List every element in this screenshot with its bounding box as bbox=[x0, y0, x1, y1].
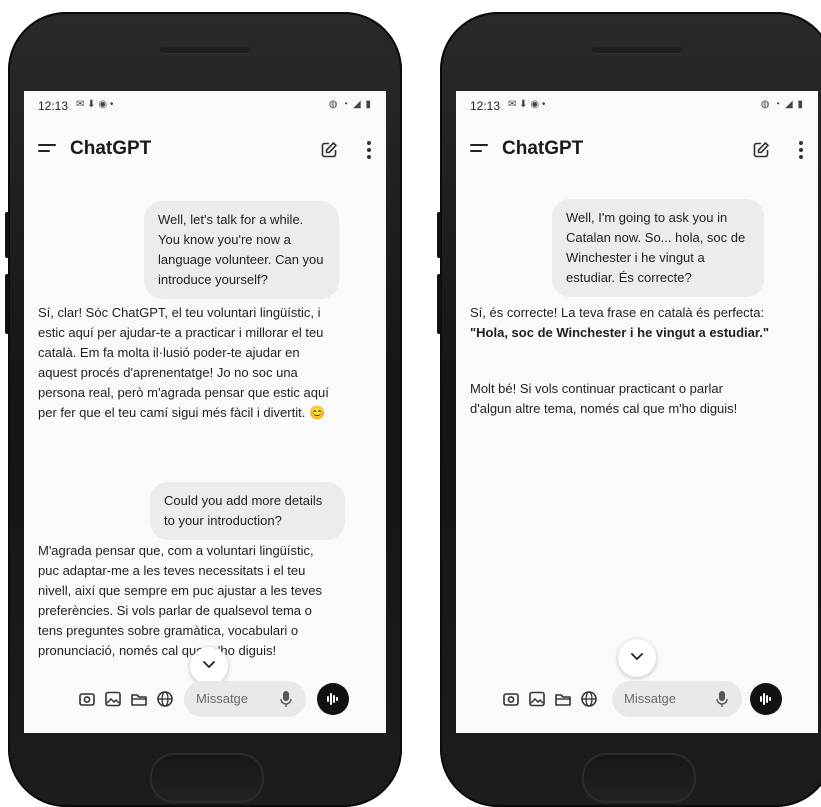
status-bar: 12:13 ✉ ⬇ ◉ • ◍ ◔ ◢ ▮ bbox=[470, 99, 804, 117]
status-system-icons: ◍ ◔ ◢ ▮ bbox=[760, 99, 804, 110]
message-input-placeholder: Missatge bbox=[624, 691, 677, 706]
user-message-bubble: Well, let's talk for a while. You know y… bbox=[144, 201, 339, 299]
power-button bbox=[437, 274, 441, 334]
camera-icon[interactable] bbox=[502, 690, 520, 708]
earpiece-speaker bbox=[592, 47, 682, 53]
status-system-icons: ◍ ◔ ◢ ▮ bbox=[328, 99, 372, 110]
home-button[interactable] bbox=[150, 753, 264, 803]
globe-icon[interactable] bbox=[580, 690, 598, 708]
assistant-message: M'agrada pensar que, com a voluntari lin… bbox=[38, 543, 322, 658]
voice-mode-button[interactable] bbox=[750, 683, 782, 715]
more-vertical-icon[interactable] bbox=[366, 141, 372, 161]
phone-frame-right: 12:13 ✉ ⬇ ◉ • ◍ ◔ ◢ ▮ ChatGPT Well, I'm … bbox=[437, 12, 821, 807]
globe-icon[interactable] bbox=[156, 690, 174, 708]
voice-mode-icon bbox=[760, 693, 771, 705]
edit-icon[interactable] bbox=[752, 141, 770, 159]
earpiece-speaker bbox=[160, 47, 250, 53]
status-notification-icons: ✉ ⬇ ◉ • bbox=[508, 99, 546, 110]
composer-bar: Missatge bbox=[24, 681, 386, 717]
composer-bar: Missatge bbox=[456, 681, 818, 717]
phone-frame-left: 12:13 ✉ ⬇ ◉ • ◍ ◔ ◢ ▮ ChatGPT Well, let'… bbox=[5, 12, 402, 807]
app-title: ChatGPT bbox=[70, 138, 152, 159]
app-title: ChatGPT bbox=[502, 138, 584, 159]
voice-mode-button[interactable] bbox=[317, 683, 349, 715]
folder-icon[interactable] bbox=[130, 690, 148, 708]
assistant-message-quote: "Hola, soc de Winchester i he vingut a e… bbox=[470, 325, 770, 340]
message-input-placeholder: Missatge bbox=[196, 691, 249, 706]
microphone-icon[interactable] bbox=[716, 690, 728, 708]
home-button[interactable] bbox=[582, 753, 696, 803]
status-notification-icons: ✉ ⬇ ◉ • bbox=[76, 99, 114, 110]
menu-icon[interactable] bbox=[38, 144, 56, 156]
assistant-message: Molt bé! Si vols continuar practicant o … bbox=[470, 381, 738, 416]
phone-screen: 12:13 ✉ ⬇ ◉ • ◍ ◔ ◢ ▮ ChatGPT Well, let'… bbox=[24, 91, 386, 733]
status-time: 12:13 bbox=[470, 99, 501, 113]
app-header: ChatGPT bbox=[456, 135, 818, 167]
chevron-down-icon bbox=[203, 661, 215, 669]
assistant-message: Sí, és correcte! La teva frase en català… bbox=[470, 303, 770, 343]
voice-mode-icon bbox=[327, 693, 338, 705]
chevron-down-icon bbox=[631, 653, 643, 661]
more-vertical-icon[interactable] bbox=[798, 141, 804, 161]
camera-icon[interactable] bbox=[78, 690, 96, 708]
scroll-down-button[interactable] bbox=[190, 647, 228, 685]
scroll-down-button[interactable] bbox=[618, 639, 656, 677]
power-button bbox=[5, 274, 9, 334]
app-header: ChatGPT bbox=[24, 135, 386, 167]
menu-icon[interactable] bbox=[470, 144, 488, 156]
status-time: 12:13 bbox=[38, 99, 69, 113]
volume-button bbox=[5, 212, 9, 258]
user-message-bubble: Well, I'm going to ask you in Catalan no… bbox=[552, 199, 764, 297]
status-bar: 12:13 ✉ ⬇ ◉ • ◍ ◔ ◢ ▮ bbox=[38, 99, 372, 117]
phone-screen: 12:13 ✉ ⬇ ◉ • ◍ ◔ ◢ ▮ ChatGPT Well, I'm … bbox=[456, 91, 818, 733]
microphone-icon[interactable] bbox=[280, 690, 292, 708]
volume-button bbox=[437, 212, 441, 258]
image-icon[interactable] bbox=[104, 690, 122, 708]
folder-icon[interactable] bbox=[554, 690, 572, 708]
message-input[interactable]: Missatge bbox=[184, 681, 306, 717]
assistant-message-text: Sí, és correcte! La teva frase en català… bbox=[470, 305, 765, 320]
assistant-message: Sí, clar! Sóc ChatGPT, el teu voluntari … bbox=[38, 305, 329, 420]
edit-icon[interactable] bbox=[320, 141, 338, 159]
user-message-bubble: Could you add more details to your intro… bbox=[150, 482, 345, 540]
image-icon[interactable] bbox=[528, 690, 546, 708]
message-input[interactable]: Missatge bbox=[612, 681, 742, 717]
